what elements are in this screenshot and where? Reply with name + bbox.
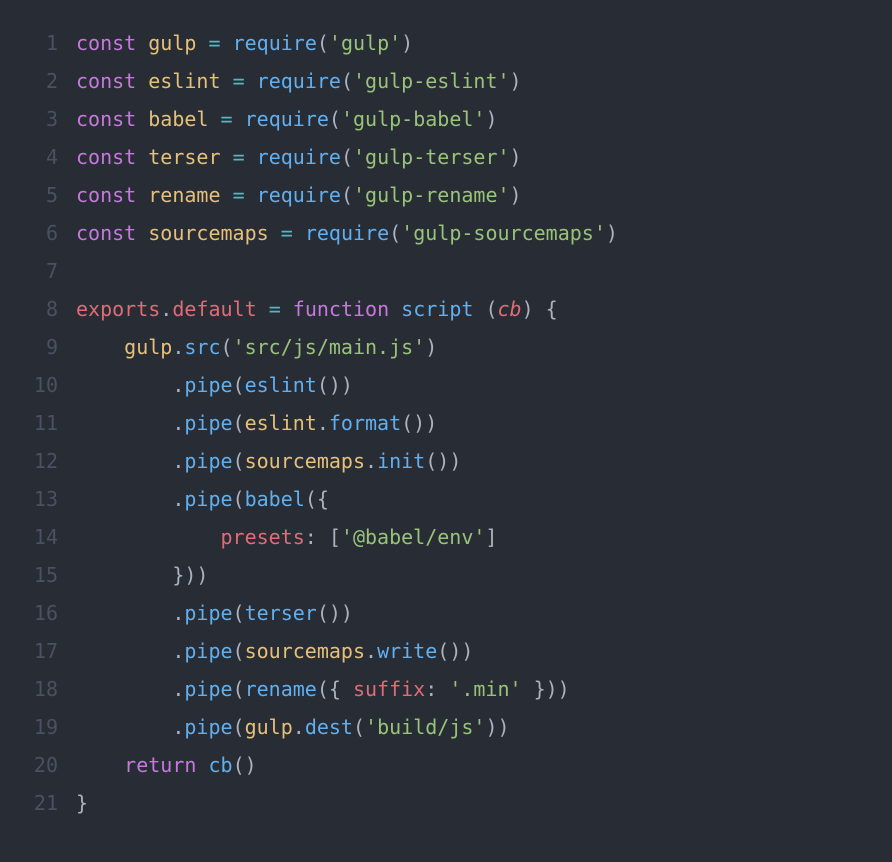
line-number: 11 [0,404,76,442]
code-line: 7 [0,252,892,290]
code-line: 1const gulp = require('gulp') [0,24,892,62]
code-content: .pipe(sourcemaps.write()) [76,632,473,670]
code-line: 2const eslint = require('gulp-eslint') [0,62,892,100]
line-number: 16 [0,594,76,632]
code-line: 20 return cb() [0,746,892,784]
code-content: const rename = require('gulp-rename') [76,176,522,214]
code-content: })) [76,556,208,594]
line-number: 1 [0,24,76,62]
code-content: presets: ['@babel/env'] [76,518,497,556]
code-content: const gulp = require('gulp') [76,24,413,62]
line-number: 18 [0,670,76,708]
code-line: 11 .pipe(eslint.format()) [0,404,892,442]
line-number: 14 [0,518,76,556]
code-line: 4const terser = require('gulp-terser') [0,138,892,176]
code-line: 9 gulp.src('src/js/main.js') [0,328,892,366]
code-line: 5const rename = require('gulp-rename') [0,176,892,214]
code-content [76,252,88,290]
code-line: 15 })) [0,556,892,594]
line-number: 20 [0,746,76,784]
code-line: 16 .pipe(terser()) [0,594,892,632]
code-content: .pipe(terser()) [76,594,353,632]
code-line: 19 .pipe(gulp.dest('build/js')) [0,708,892,746]
code-line: 13 .pipe(babel({ [0,480,892,518]
code-line: 8exports.default = function script (cb) … [0,290,892,328]
code-line: 21} [0,784,892,822]
code-line: 18 .pipe(rename({ suffix: '.min' })) [0,670,892,708]
code-content: const sourcemaps = require('gulp-sourcem… [76,214,618,252]
code-content: gulp.src('src/js/main.js') [76,328,437,366]
code-content: return cb() [76,746,257,784]
line-number: 13 [0,480,76,518]
code-line: 17 .pipe(sourcemaps.write()) [0,632,892,670]
code-content: .pipe(eslint()) [76,366,353,404]
code-line: 3const babel = require('gulp-babel') [0,100,892,138]
code-content: .pipe(sourcemaps.init()) [76,442,461,480]
code-content: .pipe(rename({ suffix: '.min' })) [76,670,570,708]
line-number: 5 [0,176,76,214]
line-number: 15 [0,556,76,594]
code-content: const terser = require('gulp-terser') [76,138,522,176]
code-line: 12 .pipe(sourcemaps.init()) [0,442,892,480]
code-content: .pipe(gulp.dest('build/js')) [76,708,510,746]
line-number: 6 [0,214,76,252]
line-number: 4 [0,138,76,176]
code-content: const eslint = require('gulp-eslint') [76,62,522,100]
line-number: 3 [0,100,76,138]
code-line: 14 presets: ['@babel/env'] [0,518,892,556]
code-content: const babel = require('gulp-babel') [76,100,498,138]
line-number: 7 [0,252,76,290]
line-number: 2 [0,62,76,100]
line-number: 19 [0,708,76,746]
line-number: 21 [0,784,76,822]
line-number: 10 [0,366,76,404]
line-number: 9 [0,328,76,366]
code-line: 6const sourcemaps = require('gulp-source… [0,214,892,252]
code-editor: 1const gulp = require('gulp')2const esli… [0,0,892,846]
line-number: 8 [0,290,76,328]
line-number: 17 [0,632,76,670]
code-line: 10 .pipe(eslint()) [0,366,892,404]
line-number: 12 [0,442,76,480]
code-content: exports.default = function script (cb) { [76,290,558,328]
code-content: } [76,784,88,822]
code-content: .pipe(babel({ [76,480,329,518]
code-content: .pipe(eslint.format()) [76,404,437,442]
